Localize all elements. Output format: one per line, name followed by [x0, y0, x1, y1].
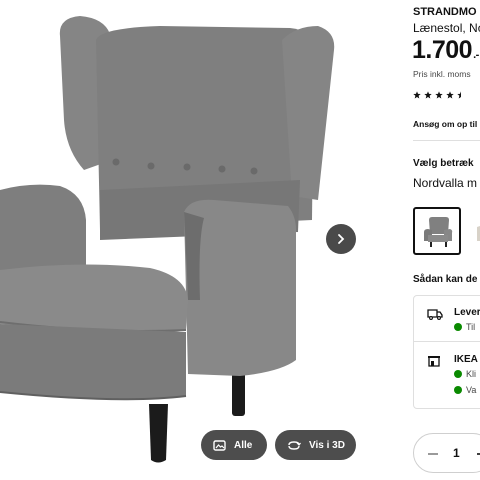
vat-note: Pris inkl. moms	[413, 69, 471, 79]
view-in-3d-button[interactable]: Vis i 3D	[275, 430, 356, 460]
product-name: STRANDMO	[413, 6, 477, 18]
truck-icon	[427, 309, 443, 320]
store-option-title[interactable]: IKEA C	[454, 354, 480, 365]
store-icon	[428, 356, 440, 367]
delivery-status: Til	[454, 322, 475, 332]
store-status-text: Va	[466, 385, 477, 395]
price-main: 1.700	[412, 36, 473, 64]
star-icon	[446, 91, 454, 99]
star-icon	[413, 91, 421, 99]
cover-option-selected[interactable]	[413, 207, 461, 255]
financing-link[interactable]: Ansøg om op til	[413, 119, 477, 129]
quantity-value: 1	[453, 446, 460, 460]
chevron-right-icon	[338, 234, 345, 244]
all-images-label: Alle	[234, 439, 253, 451]
plus-icon[interactable]	[476, 445, 480, 463]
divider	[413, 140, 480, 141]
store-status: Va	[454, 385, 476, 395]
available-dot-icon	[454, 323, 462, 331]
delivery-heading: Sådan kan de	[413, 274, 478, 285]
divider	[414, 341, 480, 342]
product-info-panel: STRANDMO Lænestol, No 1.700.- Pris inkl.…	[403, 0, 480, 480]
all-images-button[interactable]: Alle	[201, 430, 267, 460]
product-price: 1.700.-	[412, 36, 479, 65]
chair-thumbnail	[477, 226, 480, 241]
store-status: Kli	[454, 369, 476, 379]
chair-thumbnail	[424, 217, 453, 247]
rating-stars[interactable]	[413, 91, 465, 99]
product-description: Lænestol, No	[413, 21, 480, 35]
product-gallery: Alle Vis i 3D	[0, 0, 400, 480]
star-icon	[435, 91, 443, 99]
rotate-3d-icon	[287, 440, 301, 451]
available-dot-icon	[454, 386, 462, 394]
delivery-options: Lever Til IKEA C Kli Va	[413, 295, 480, 409]
cover-value: Nordvalla m	[413, 176, 478, 190]
star-icon	[424, 91, 432, 99]
price-suffix: .-	[473, 49, 479, 61]
next-image-button[interactable]	[326, 224, 356, 254]
available-dot-icon	[454, 370, 462, 378]
view-in-3d-label: Vis i 3D	[309, 439, 345, 451]
cover-option[interactable]	[471, 207, 480, 255]
half-star-icon	[457, 91, 461, 99]
delivery-status-text: Til	[466, 322, 476, 332]
delivery-option-title[interactable]: Lever	[454, 307, 480, 318]
quantity-stepper[interactable]: 1	[413, 433, 480, 473]
image-gallery-icon	[213, 439, 226, 451]
minus-icon[interactable]	[428, 453, 438, 455]
cover-label: Vælg betræk	[413, 158, 474, 169]
store-status-text: Kli	[466, 369, 477, 379]
